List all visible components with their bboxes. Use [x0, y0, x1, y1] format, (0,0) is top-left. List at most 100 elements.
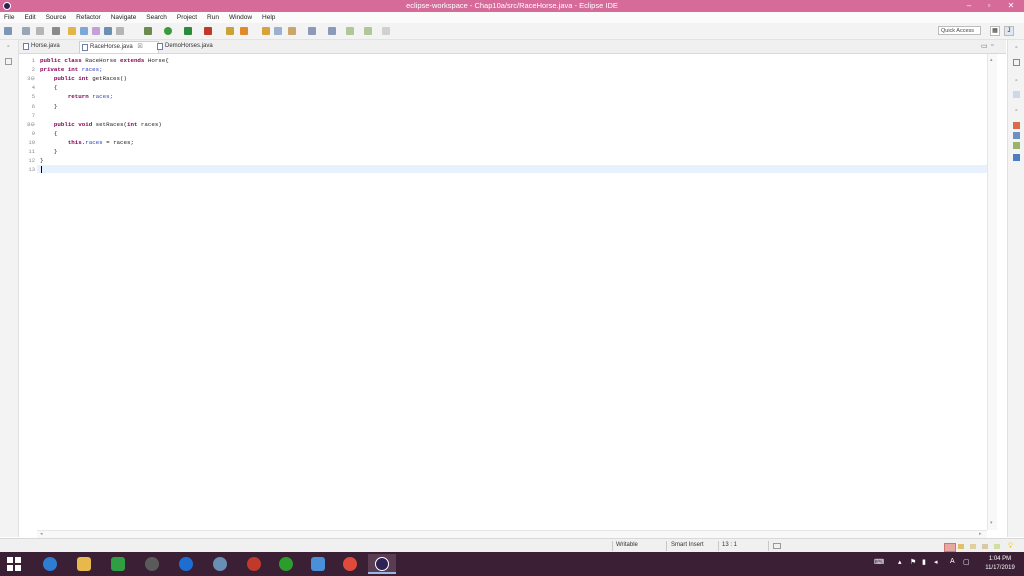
save-icon[interactable] [22, 27, 30, 35]
memory-icon[interactable] [773, 543, 781, 549]
package-explorer-icon[interactable] [5, 58, 12, 65]
prev-annotation-icon[interactable] [328, 27, 336, 35]
taskbar-music[interactable] [272, 554, 300, 574]
coverage-icon[interactable] [184, 27, 192, 35]
edit-icon[interactable] [92, 27, 100, 35]
notification-center-icon[interactable]: ▢ [963, 558, 970, 566]
menu-search[interactable]: Search [146, 12, 167, 23]
taskbar-store[interactable] [104, 554, 132, 574]
wifi-icon[interactable]: ▮ [922, 558, 926, 566]
task-icon[interactable] [80, 27, 88, 35]
scroll-up-icon[interactable]: ▴ [990, 57, 993, 63]
notifications-icon[interactable] [944, 543, 956, 552]
status-insert-mode[interactable]: Smart Insert [671, 542, 704, 548]
taskbar-eclipse[interactable] [368, 554, 396, 574]
code-line[interactable]: { [40, 130, 58, 137]
debug-icon[interactable] [144, 27, 152, 35]
open-type-icon[interactable] [68, 27, 76, 35]
code-line[interactable]: public int getRaces() [40, 75, 127, 82]
check-icon[interactable] [994, 544, 1000, 549]
open-folder-icon[interactable] [262, 27, 270, 35]
code-line[interactable]: return races; [40, 93, 113, 100]
start-button[interactable] [0, 554, 28, 574]
tab-demohorses-java[interactable]: DemoHorses.java [155, 41, 231, 52]
code-editor[interactable]: 1 2 3⊖ 4 5 6 7 8⊖ 9 10 11 12 13 public class RaceHor… [19, 54, 987, 530]
menu-source[interactable]: Source [46, 12, 67, 23]
code-line[interactable]: public void setRaces(int races) [40, 121, 162, 128]
restore-icon[interactable]: ▫ [1013, 78, 1020, 85]
menu-run[interactable]: Run [207, 12, 219, 23]
annotation-icon[interactable] [104, 27, 112, 35]
lightbulb-icon[interactable]: 💡︎ [1008, 543, 1013, 551]
scroll-right-icon[interactable]: ▸ [979, 531, 982, 537]
open-file-icon[interactable] [274, 27, 282, 35]
minimize-button[interactable]: – [960, 0, 978, 12]
taskbar-edge[interactable] [36, 554, 64, 574]
scroll-left-icon[interactable]: ◂ [40, 531, 43, 537]
menu-refactor[interactable]: Refactor [76, 12, 101, 23]
maximize-view-icon[interactable]: ▫ [991, 42, 993, 49]
menu-navigate[interactable]: Navigate [111, 12, 137, 23]
console-icon[interactable] [1013, 154, 1020, 161]
edit-icon[interactable] [982, 544, 988, 549]
next-annotation-icon[interactable] [308, 27, 316, 35]
maximize-button[interactable]: ▫ [980, 0, 998, 12]
menu-edit[interactable]: Edit [24, 12, 35, 23]
taskbar-camera[interactable] [206, 554, 234, 574]
code-line[interactable]: public class RaceHorse extends Horse{ [40, 57, 169, 64]
new-icon[interactable] [4, 27, 12, 35]
keyboard-icon[interactable]: ⌨ [874, 558, 884, 566]
code-line[interactable]: } [40, 157, 43, 164]
quick-access-input[interactable]: Quick Access [938, 26, 981, 35]
code-line[interactable]: } [40, 148, 58, 155]
print-icon[interactable] [52, 27, 60, 35]
new-java-project-icon[interactable] [226, 27, 234, 35]
tab-horse-java[interactable]: Horse.java [21, 41, 79, 52]
problems-icon[interactable] [1013, 122, 1020, 129]
java-perspective-icon[interactable]: J [1004, 26, 1014, 36]
taskbar-app[interactable] [138, 554, 166, 574]
open-perspective-icon[interactable]: ▦ [990, 26, 1000, 36]
bookmark-icon[interactable] [970, 544, 976, 549]
code-line[interactable]: private int races; [40, 66, 103, 73]
taskbar-chrome[interactable] [336, 554, 364, 574]
tab-close-icon[interactable]: ☒ [137, 44, 142, 50]
menu-project[interactable]: Project [177, 12, 197, 23]
volume-icon[interactable]: ◂ [934, 558, 938, 566]
code-line[interactable]: { [40, 84, 58, 91]
restore-icon[interactable]: ▫ [1013, 45, 1020, 52]
taskbar-media[interactable] [172, 554, 200, 574]
task-list-icon[interactable] [1013, 59, 1020, 66]
code-line[interactable]: this.races = races; [40, 139, 134, 146]
menu-file[interactable]: File [4, 12, 14, 23]
language-indicator[interactable]: A [950, 558, 955, 565]
pin-icon[interactable] [382, 27, 390, 35]
menu-window[interactable]: Window [229, 12, 252, 23]
flag-icon[interactable]: ⚑ [910, 558, 916, 566]
forward-icon[interactable] [364, 27, 372, 35]
chevron-up-icon[interactable]: ▴ [898, 558, 902, 566]
menu-help[interactable]: Help [262, 12, 275, 23]
minimize-view-icon[interactable]: ▭ [981, 42, 988, 50]
status-cursor-position[interactable]: 13 : 1 [722, 542, 737, 548]
close-button[interactable]: ✕ [1002, 0, 1020, 12]
taskbar-recorder[interactable] [240, 554, 268, 574]
search-icon[interactable] [288, 27, 296, 35]
code-line[interactable]: } [40, 103, 58, 110]
external-tools-icon[interactable] [204, 27, 212, 35]
system-clock[interactable]: 1:04 PM 11/17/2019 [978, 555, 1022, 573]
run-icon[interactable] [164, 27, 172, 35]
declaration-icon[interactable] [1013, 142, 1020, 149]
new-package-icon[interactable] [240, 27, 248, 35]
outline-icon[interactable] [1013, 91, 1020, 98]
back-icon[interactable] [346, 27, 354, 35]
tab-racehorse-java[interactable]: RaceHorse.java ☒ [79, 41, 159, 53]
restore-icon[interactable]: ▫ [5, 44, 12, 51]
save-all-icon[interactable] [36, 27, 44, 35]
javadoc-icon[interactable] [1013, 132, 1020, 139]
taskbar-network[interactable] [304, 554, 332, 574]
tip-icon[interactable] [958, 544, 964, 549]
whitespace-icon[interactable] [116, 27, 124, 35]
restore-icon[interactable]: ▫ [1013, 108, 1020, 115]
scroll-down-icon[interactable]: ▾ [990, 520, 993, 526]
